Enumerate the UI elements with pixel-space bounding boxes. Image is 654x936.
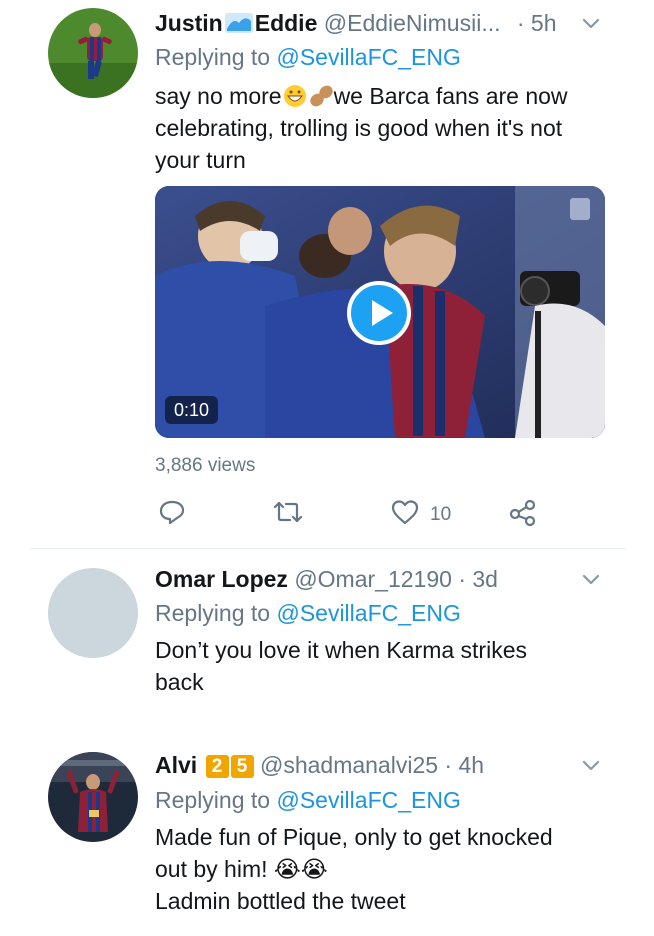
mention-link[interactable]: @SevillaFC_ENG xyxy=(276,44,460,70)
mention-link[interactable]: @SevillaFC_ENG xyxy=(276,600,460,626)
timestamp[interactable]: · 4h xyxy=(444,752,484,778)
reply-button[interactable] xyxy=(158,500,186,530)
keycap-badge: 2 xyxy=(205,755,229,778)
tweet-omar-lopez[interactable]: Omar Lopez @Omar_12190 · 3d Replying to … xyxy=(0,549,654,729)
handle[interactable]: @Omar_12190 xyxy=(294,566,452,592)
handle[interactable]: @EddieNimusii... xyxy=(324,10,501,36)
timestamp[interactable]: · 5h xyxy=(517,10,557,36)
chevron-down-icon[interactable] xyxy=(580,12,602,34)
retweet-icon xyxy=(272,498,304,532)
like-button[interactable]: 10 xyxy=(390,500,451,530)
tweet-text-line-3: Ladmin bottled the tweet xyxy=(155,888,406,914)
replying-prefix: Replying to xyxy=(155,787,277,813)
tweet-text-line-1: Don’t you love it when Karma strikes xyxy=(155,637,527,663)
display-name-second[interactable]: Eddie xyxy=(255,10,318,36)
video-duration: 0:10 xyxy=(165,396,219,424)
heart-icon xyxy=(390,498,420,532)
tweet-text: say no more we Barca fans are now celebra… xyxy=(155,80,614,176)
share-button[interactable] xyxy=(508,498,538,532)
retweet-button[interactable] xyxy=(272,500,304,530)
play-icon[interactable] xyxy=(347,281,411,345)
tweet-header: Alvi 25 @shadmanalvi25 · 4h xyxy=(155,750,626,780)
tweet-text-part-1: say no more xyxy=(155,83,282,109)
timestamp[interactable]: · 3d xyxy=(458,566,498,592)
replying-to: Replying to @SevillaFC_ENG xyxy=(155,785,461,815)
tweet-text-line-2: back xyxy=(155,669,204,695)
tweet-text-part-2: we Barca fans are now xyxy=(333,83,568,109)
avatar[interactable] xyxy=(48,568,138,658)
tweet-text: Made fun of Pique, only to get knocked o… xyxy=(155,821,614,917)
tweet-text-line-2: out by him! 😭😭 xyxy=(155,856,328,882)
avatar[interactable] xyxy=(48,8,138,98)
video-player[interactable]: 0:10 xyxy=(155,186,605,438)
reply-icon xyxy=(158,498,186,532)
tweet-justin-eddie[interactable]: Justin Eddie @EddieNimusii... · 5h Replyi… xyxy=(0,0,654,548)
tweet-text-line-3: your turn xyxy=(155,147,246,173)
like-count: 10 xyxy=(430,504,452,525)
tweet-header: Justin Eddie @EddieNimusii... · 5h xyxy=(155,8,626,38)
tweet-text: Don’t you love it when Karma strikes bac… xyxy=(155,634,614,698)
display-name[interactable]: Alvi xyxy=(155,752,197,778)
display-name[interactable]: Omar Lopez xyxy=(155,566,288,592)
grinning-face-emoji-icon xyxy=(282,84,308,108)
share-icon xyxy=(508,498,538,532)
tweet-alvi[interactable]: Alvi 25 @shadmanalvi25 · 4h Replying to … xyxy=(0,736,654,936)
chevron-down-icon[interactable] xyxy=(580,754,602,776)
tweet-text-line-1: Made fun of Pique, only to get knocked xyxy=(155,824,553,850)
replying-to: Replying to @SevillaFC_ENG xyxy=(155,42,461,72)
replying-prefix: Replying to xyxy=(155,44,277,70)
mention-link[interactable]: @SevillaFC_ENG xyxy=(276,787,460,813)
handle[interactable]: @shadmanalvi25 xyxy=(260,752,438,778)
replying-prefix: Replying to xyxy=(155,600,277,626)
avatar[interactable] xyxy=(48,752,138,842)
keycap-badge: 5 xyxy=(230,755,254,778)
tweet-text-line-1: say no more we Barca fans are now xyxy=(155,80,614,112)
view-count: 3,886 views xyxy=(155,455,256,476)
tweet-text-line-2: celebrating, trolling is good when it's … xyxy=(155,115,563,141)
water-wave-emoji-icon xyxy=(223,11,255,35)
replying-to: Replying to @SevillaFC_ENG xyxy=(155,598,461,628)
chevron-down-icon[interactable] xyxy=(580,568,602,590)
peanut-emoji-icon xyxy=(308,84,334,108)
display-name[interactable]: Justin xyxy=(155,10,223,36)
tweet-header: Omar Lopez @Omar_12190 · 3d xyxy=(155,564,626,594)
